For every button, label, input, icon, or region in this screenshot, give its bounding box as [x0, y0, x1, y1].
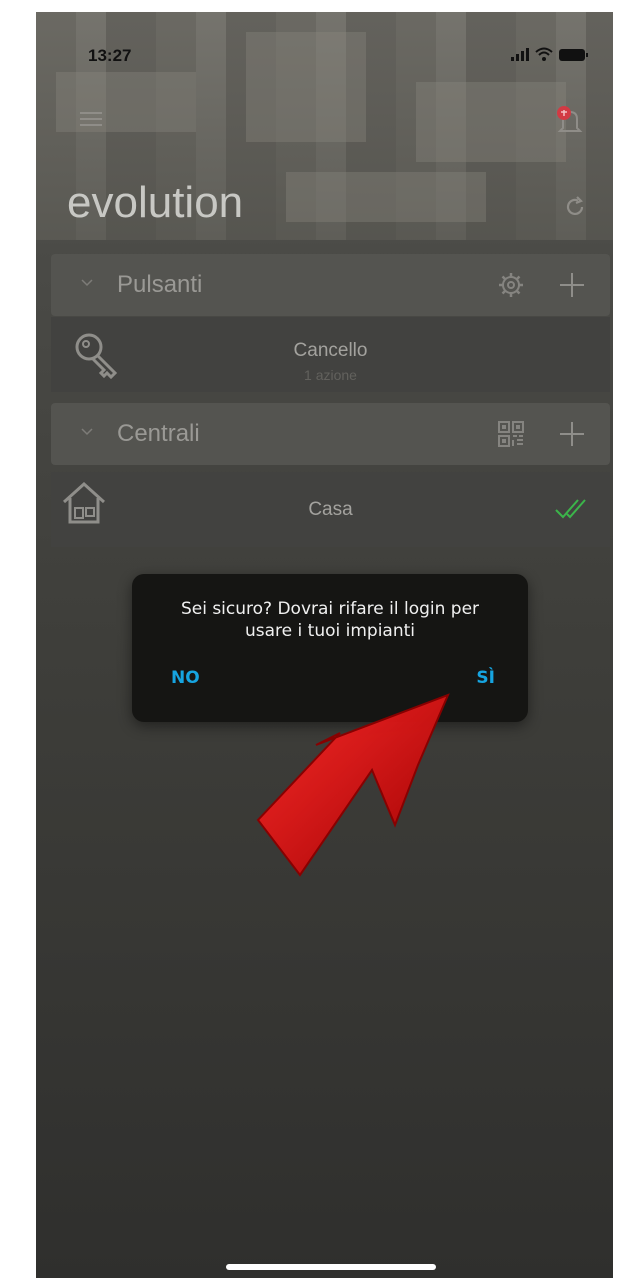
- no-button[interactable]: NO: [171, 668, 200, 688]
- confirm-dialog: Sei sicuro? Dovrai rifare il login per u…: [132, 574, 528, 722]
- app-title: evolution: [67, 178, 244, 227]
- section-label: Pulsanti: [117, 271, 203, 298]
- section-label: Centrali: [117, 420, 200, 447]
- item-subtitle: 1 azione: [304, 367, 357, 383]
- item-title: Cancello: [293, 340, 368, 361]
- notification-bell-icon[interactable]: [553, 104, 587, 138]
- wifi-icon: [535, 47, 553, 61]
- status-icons: [511, 47, 588, 61]
- dialog-message: Sei sicuro? Dovrai rifare il login per u…: [180, 599, 480, 641]
- section-header-centrali[interactable]: Centrali: [51, 403, 610, 465]
- signal-icon: [511, 47, 529, 61]
- status-time: 13:27: [88, 46, 132, 65]
- refresh-icon[interactable]: [563, 195, 587, 219]
- add-button[interactable]: [558, 420, 586, 448]
- qr-code-icon[interactable]: [496, 419, 526, 449]
- list-item-casa[interactable]: Casa: [51, 472, 610, 547]
- hamburger-menu-icon[interactable]: [80, 112, 102, 126]
- phone-screen: 13:27 evolution Pulsanti Cancello 1 azio…: [36, 12, 613, 1278]
- chevron-down-icon: [81, 279, 93, 287]
- gear-icon[interactable]: [496, 270, 526, 300]
- yes-button[interactable]: SÌ: [476, 668, 495, 688]
- item-title: Casa: [308, 499, 353, 520]
- double-check-icon: [555, 499, 586, 519]
- home-indicator: [226, 1264, 436, 1270]
- battery-icon: [559, 49, 588, 61]
- list-item-cancello[interactable]: Cancello 1 azione: [51, 317, 610, 392]
- add-button[interactable]: [558, 271, 586, 299]
- chevron-down-icon: [81, 428, 93, 436]
- section-header-pulsanti[interactable]: Pulsanti: [51, 254, 610, 316]
